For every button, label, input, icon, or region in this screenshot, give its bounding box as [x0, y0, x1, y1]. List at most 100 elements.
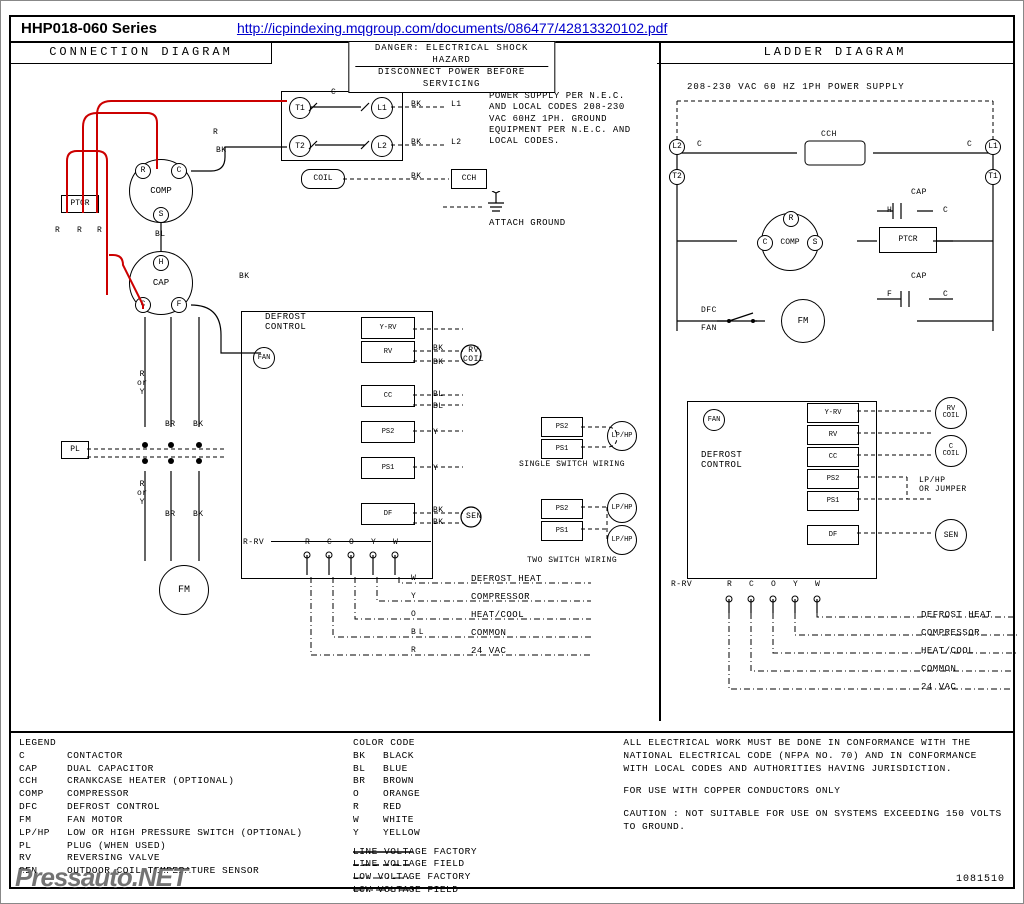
ld-yrv: Y-RV	[807, 403, 859, 423]
ld-tlbl2: HEAT/COOL	[921, 647, 974, 657]
legend-item: LP/HPLOW OR HIGH PRESSURE SWITCH (OPTION…	[19, 827, 337, 840]
color-list: BKBLACKBLBLUEBRBROWNOORANGERREDWWHITEYYE…	[353, 750, 607, 840]
tlbl3: COMMON	[471, 629, 506, 639]
legend-row: LEGEND CCONTACTORCAPDUAL CAPACITORCCHCRA…	[11, 731, 1013, 887]
ground-icon	[481, 191, 511, 221]
bk-mid: BK	[239, 273, 250, 282]
linetype-item: LINE VOLTAGE FACTORY	[353, 846, 607, 859]
part-number: 1081510	[956, 874, 1005, 885]
legend-item: PLPLUG (WHEN USED)	[19, 840, 337, 853]
colorcode-title: COLOR CODE	[353, 737, 607, 750]
legend-item: CCHCRANKCASE HEATER (OPTIONAL)	[19, 775, 337, 788]
ld-trm-y: Y	[793, 581, 798, 590]
ground-jumper	[443, 197, 483, 217]
ladder-diagram: LADDER DIAGRAM 208-230 VAC 60 HZ 1PH POW…	[657, 41, 1013, 721]
body: CONNECTION DIAGRAM DANGER: ELECTRICAL SH…	[11, 41, 1013, 887]
c-lbl: C	[331, 89, 336, 98]
legend-item: COMPCOMPRESSOR	[19, 788, 337, 801]
danger-line1: DANGER: ELECTRICAL SHOCK HAZARD	[355, 43, 548, 66]
y-ps2: Y	[433, 429, 438, 438]
r1: R	[55, 227, 60, 236]
tlbl0: DEFROST HEAT	[471, 575, 542, 585]
term-ps1: PS1	[361, 457, 415, 479]
linetype-item: LOW VOLTAGE FACTORY	[353, 871, 607, 884]
danger-box: DANGER: ELECTRICAL SHOCK HAZARD DISCONNE…	[348, 41, 555, 93]
ld-tlbl3: COMMON	[921, 665, 956, 675]
comp-r: R	[135, 163, 151, 179]
thermo-bl: BL	[411, 629, 427, 638]
ladder-l2: L2	[669, 139, 685, 155]
bk-rv2: BK	[433, 359, 444, 368]
sw2-ps1: PS1	[541, 521, 583, 541]
bk-df2: BK	[433, 519, 444, 528]
ladder-cch: CCH	[821, 131, 837, 140]
ladder-comp-c: C	[757, 235, 773, 251]
danger-line2: DISCONNECT POWER BEFORE SERVICING	[355, 66, 548, 90]
wiring-diagram-page: HHP018-060 Series http://icpindexing.mqg…	[0, 0, 1024, 904]
terminal-t2: T2	[289, 135, 311, 157]
bk3: BK	[411, 173, 422, 182]
ladder-title: LADDER DIAGRAM	[657, 41, 1013, 64]
watermark: Pressauto.NET	[15, 862, 187, 893]
ld-cc: CC	[807, 447, 859, 467]
fm-circle: FM	[159, 565, 209, 615]
linetype-item: LINE VOLTAGE FIELD	[353, 858, 607, 871]
ld-tlbl0: DEFROST HEAT	[921, 611, 992, 621]
ld-trm-c: C	[749, 581, 754, 590]
br2: BR	[165, 511, 176, 520]
legend-item: DFCDEFROST CONTROL	[19, 801, 337, 814]
ladder-l1: L1	[985, 139, 1001, 155]
terminal-l2: L2	[371, 135, 393, 157]
bk1: BK	[411, 101, 422, 110]
coil-label: COIL	[301, 169, 345, 189]
comp-s: S	[153, 207, 169, 223]
ladder-c1: C	[697, 141, 702, 150]
color-item: BRBROWN	[353, 775, 607, 788]
notes-col: ALL ELECTRICAL WORK MUST BE DONE IN CONF…	[615, 733, 1013, 887]
sen-lbl: SEN	[466, 513, 482, 522]
sw2-ps2: PS2	[541, 499, 583, 519]
ladder-dfc-contact	[717, 309, 777, 339]
colorcode-col: COLOR CODE BKBLACKBLBLUEBRBROWNOORANGERR…	[345, 733, 615, 887]
ladder-comp-s: S	[807, 235, 823, 251]
bl-cc2: BL	[433, 403, 444, 412]
connection-title: CONNECTION DIAGRAM	[11, 41, 272, 64]
source-url[interactable]: http://icpindexing.mqgroup.com/documents…	[237, 20, 667, 36]
fan-pin: FAN	[253, 347, 275, 369]
ladder-defctl-lbl: DEFROST CONTROL	[701, 451, 742, 471]
term-cc: CC	[361, 385, 415, 407]
ladder-cap2-sym	[867, 285, 987, 315]
ladder-c2: C	[967, 141, 972, 150]
bk-pl: BK	[193, 421, 204, 430]
header-bar: HHP018-060 Series http://icpindexing.mqg…	[11, 15, 1013, 43]
trm-c: C	[327, 539, 332, 548]
defctl-label: DEFROST CONTROL	[265, 313, 306, 333]
sw1-ps2: PS2	[541, 417, 583, 437]
terminal-t1: T1	[289, 97, 311, 119]
thermo-o: O	[411, 611, 419, 620]
term-yrv: Y-RV	[361, 317, 415, 339]
ld-tlbl4: 24 VAC	[921, 683, 956, 693]
trm-w: W	[393, 539, 398, 548]
bk2: BK	[411, 139, 422, 148]
thermo-lines-left	[291, 577, 591, 707]
tlbl1: COMPRESSOR	[471, 593, 530, 603]
term-df: DF	[361, 503, 415, 525]
lower-r-or-y: R or Y	[137, 481, 148, 507]
color-item: OORANGE	[353, 788, 607, 801]
ladder-fm: FM	[781, 299, 825, 343]
ld-ps1: PS1	[807, 491, 859, 511]
ptcr-box: PTCR	[61, 195, 99, 213]
trm-y: Y	[371, 539, 376, 548]
comp-c: C	[171, 163, 187, 179]
ladder-cap-sym	[857, 197, 977, 257]
bk-pl2: BK	[193, 511, 204, 520]
ld-ps2: PS2	[807, 469, 859, 489]
color-item: YYELLOW	[353, 827, 607, 840]
linetype-item: LOW VOLTAGE FIELD	[353, 884, 607, 897]
legend-item: FMFAN MOTOR	[19, 814, 337, 827]
legend-title: LEGEND	[19, 737, 337, 750]
diagrams-row: CONNECTION DIAGRAM DANGER: ELECTRICAL SH…	[11, 41, 1013, 721]
term-ps2: PS2	[361, 421, 415, 443]
cap-c: C	[135, 297, 151, 313]
